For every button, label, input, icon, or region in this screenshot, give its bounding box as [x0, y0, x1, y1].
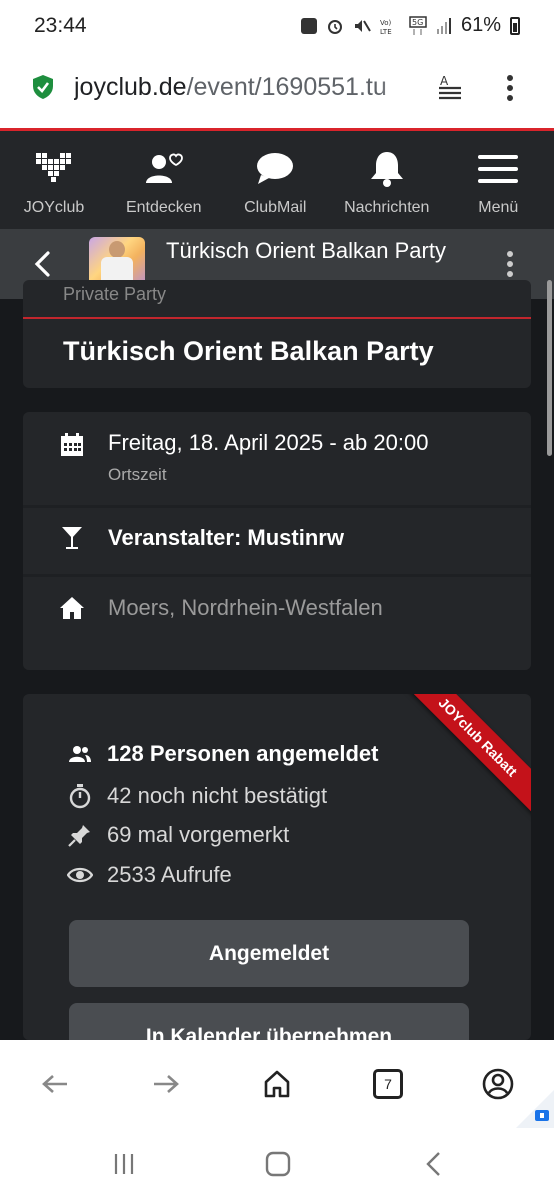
forward-arrow-icon[interactable]	[146, 1064, 186, 1104]
more-vert-icon[interactable]	[500, 249, 520, 279]
nav-item-joyclub[interactable]: JOYclub	[0, 131, 108, 229]
system-back-icon[interactable]	[418, 1148, 450, 1180]
chat-icon	[253, 149, 297, 189]
heart-pixel-icon	[32, 149, 76, 189]
secure-shield-icon[interactable]	[32, 74, 54, 100]
stat-text: 42 noch nicht bestätigt	[107, 783, 328, 808]
scrollbar[interactable]	[547, 280, 552, 456]
alarm-icon	[327, 19, 342, 34]
eye-icon	[67, 862, 93, 888]
browser-toolbar: 7	[0, 1040, 554, 1128]
url-path: /event/1690551.tu	[186, 73, 387, 101]
thumbnail-person	[109, 241, 125, 258]
back-arrow-icon[interactable]	[35, 1064, 75, 1104]
stat-views: 2533 Aufrufe	[67, 859, 232, 891]
cocktail-icon	[62, 527, 82, 549]
mute-icon	[354, 19, 371, 32]
clock: 23:44	[34, 14, 87, 37]
event-location: Moers, Nordrhein-Westfalen	[108, 595, 383, 620]
stat-text: 128 Personen angemeldet	[107, 741, 379, 766]
nav-label: Menü	[478, 199, 519, 216]
tab-count: 7	[373, 1069, 403, 1099]
account-icon[interactable]	[478, 1064, 518, 1104]
event-details-card: Freitag, 18. April 2025 - ab 20:00 Ortsz…	[23, 412, 531, 670]
menu-icon	[476, 149, 520, 189]
status-bar: 23:44 Vo) LTE 5G 61%	[0, 0, 554, 54]
svg-text:LTE: LTE	[380, 28, 392, 35]
event-title: Türkisch Orient Balkan Party	[63, 336, 434, 366]
stat-text: 2533 Aufrufe	[107, 862, 232, 887]
stat-text: 69 mal vorgemerkt	[107, 822, 290, 847]
discover-icon	[142, 149, 186, 189]
reader-mode-icon[interactable]: A	[436, 74, 464, 102]
event-date: Freitag, 18. April 2025 - ab 20:00	[108, 430, 429, 455]
nav-item-menu[interactable]: Menü	[443, 131, 554, 229]
svg-text:Vo): Vo)	[380, 19, 392, 27]
organizer-row[interactable]: Veranstalter: Mustinrw	[23, 508, 531, 574]
people-icon	[67, 741, 93, 767]
nav-item-clubmail[interactable]: ClubMail	[220, 131, 332, 229]
signal-icon	[436, 17, 451, 34]
home-button-icon[interactable]	[262, 1148, 294, 1180]
date-row: Freitag, 18. April 2025 - ab 20:00 Ortsz…	[23, 412, 531, 505]
nav-label: JOYclub	[23, 199, 85, 216]
back-chevron-icon[interactable]	[30, 249, 56, 279]
stopwatch-icon	[67, 783, 93, 809]
nav-item-nachrichten[interactable]: Nachrichten	[331, 131, 443, 229]
svg-text:A: A	[440, 74, 449, 88]
upload-icon	[300, 17, 317, 34]
event-header-title: Türkisch Orient Balkan Party	[166, 238, 446, 263]
url-bar[interactable]: joyclub.de/event/1690551.tu A	[0, 54, 554, 128]
home-icon	[60, 597, 84, 619]
home-icon[interactable]	[257, 1064, 297, 1104]
main-nav: JOYclub Entdecken ClubMail Nachrichten M…	[0, 131, 554, 229]
url-text[interactable]: joyclub.de/event/1690551.tu	[74, 73, 419, 105]
battery-icon	[510, 16, 520, 35]
location-row: Moers, Nordrhein-Westfalen	[23, 577, 531, 670]
tabs-button[interactable]: 7	[368, 1064, 408, 1104]
divider	[23, 317, 531, 319]
bell-icon	[365, 149, 409, 189]
stat-unconfirmed: 42 noch nicht bestätigt	[67, 780, 327, 812]
event-organizer[interactable]: Veranstalter: Mustinrw	[108, 525, 344, 551]
folder-lock-icon[interactable]	[514, 1090, 554, 1130]
discount-ribbon: JOYclub Rabatt	[393, 694, 531, 822]
system-nav-bar	[0, 1128, 554, 1200]
volte-icon: Vo)LTE	[380, 19, 392, 35]
nav-item-entdecken[interactable]: Entdecken	[108, 131, 220, 229]
more-vert-icon[interactable]	[500, 72, 520, 104]
stat-registered[interactable]: 128 Personen angemeldet	[67, 738, 378, 770]
event-date-sub: Ortszeit	[108, 465, 167, 484]
nav-label: ClubMail	[244, 199, 307, 216]
status-icons: Vo) LTE 5G 61%	[300, 14, 520, 37]
registered-button[interactable]: Angemeldet	[69, 920, 469, 987]
nav-label: Nachrichten	[344, 199, 430, 216]
pin-icon	[67, 822, 93, 848]
event-title-card: Private Party Türkisch Orient Balkan Par…	[23, 280, 531, 388]
add-to-calendar-button[interactable]: In Kalender übernehmen	[69, 1003, 469, 1040]
event-stats-card: JOYclub Rabatt 128 Personen angemeldet 4…	[23, 694, 531, 1040]
5g-icon: 5G	[409, 15, 427, 35]
svg-text:5G: 5G	[412, 18, 423, 27]
battery-percent: 61%	[460, 14, 501, 36]
calendar-icon	[61, 433, 83, 456]
recent-apps-icon[interactable]	[108, 1148, 140, 1180]
stat-bookmarked: 69 mal vorgemerkt	[67, 819, 289, 851]
nav-label: Entdecken	[125, 199, 202, 216]
url-domain: joyclub.de	[74, 73, 187, 101]
event-type: Private Party	[63, 284, 167, 304]
